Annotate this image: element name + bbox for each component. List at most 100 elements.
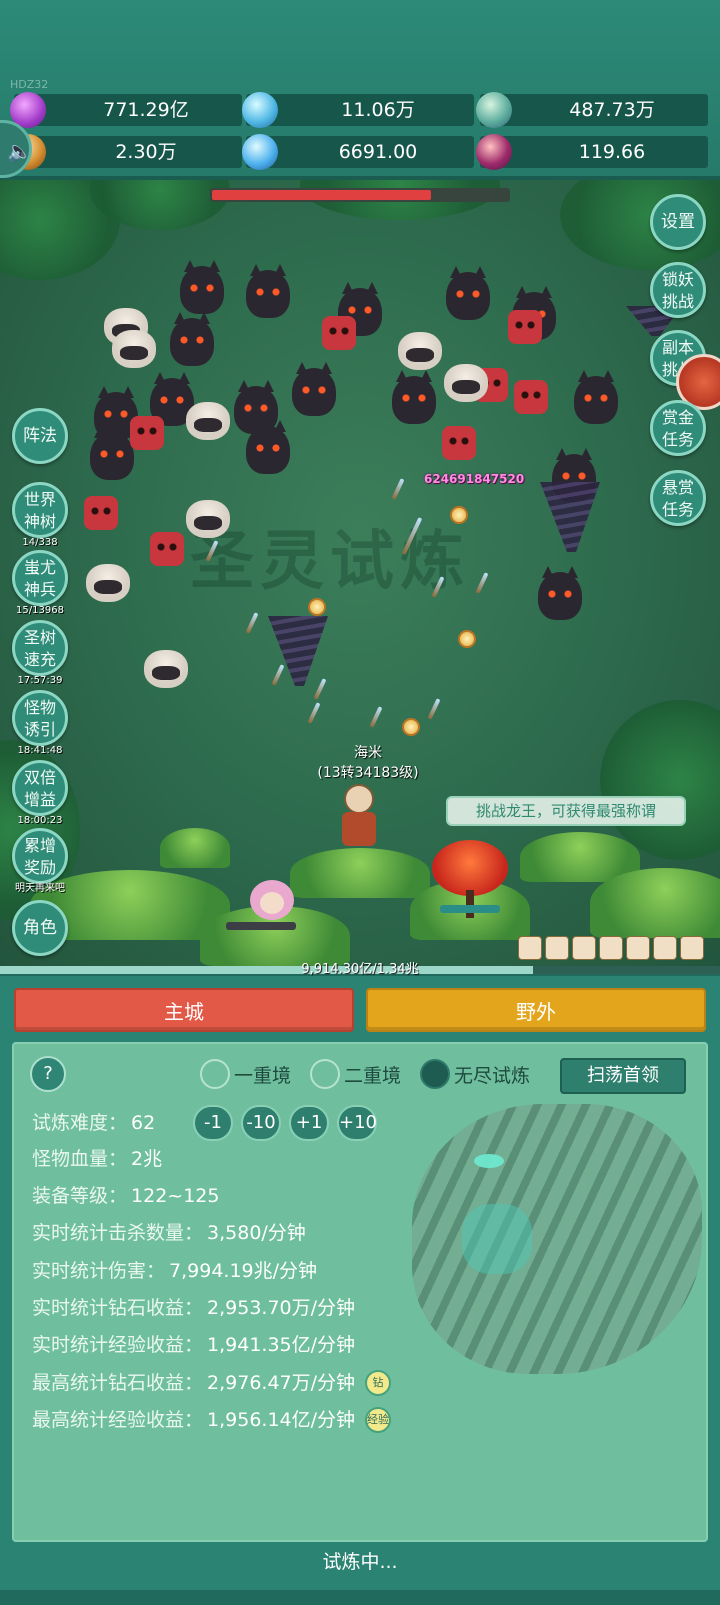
button-label-line2: 增益 bbox=[23, 790, 56, 809]
area-watermark: 圣灵试炼 bbox=[190, 525, 470, 599]
mode-option-endless-trial[interactable]: 无尽试炼 bbox=[420, 1058, 530, 1090]
bat-monster bbox=[170, 312, 214, 366]
flying-sword bbox=[313, 678, 327, 700]
hero-character bbox=[330, 784, 386, 854]
stat-label: 实时统计伤害： bbox=[32, 1260, 166, 1282]
tiger-mouth bbox=[462, 1204, 532, 1274]
sheep-monster bbox=[112, 330, 156, 368]
button-label-line1: 双倍 bbox=[23, 768, 56, 787]
skill-icon[interactable] bbox=[545, 936, 569, 960]
gold-coin-drop bbox=[450, 506, 468, 524]
bat-monster bbox=[446, 266, 490, 320]
flying-sword bbox=[391, 478, 405, 500]
speaker-icon: 🔈 bbox=[7, 139, 32, 163]
sweep-boss-button[interactable]: 扫荡首领 bbox=[560, 1058, 686, 1094]
red-cube-monster bbox=[84, 496, 118, 530]
tab-wilderness[interactable]: 野外 bbox=[366, 988, 706, 1032]
bat-monster bbox=[574, 370, 618, 424]
flying-sword bbox=[271, 664, 285, 686]
stat-value: 1,941.35亿/分钟 bbox=[207, 1334, 356, 1356]
skill-icon[interactable] bbox=[518, 936, 542, 960]
button-label-line2: 奖励 bbox=[23, 858, 56, 877]
skill-icon[interactable] bbox=[572, 936, 596, 960]
resource-value: 6691.00 bbox=[338, 141, 418, 163]
settings-label: 设置 bbox=[661, 212, 695, 232]
tab-main-city[interactable]: 主城 bbox=[14, 988, 354, 1032]
stat-row: 怪物血量： 2兆 bbox=[32, 1144, 162, 1174]
stat-label: 实时统计钻石收益： bbox=[32, 1297, 204, 1319]
formation-label: 阵法 bbox=[23, 426, 57, 446]
button-label-line1: 赏金 bbox=[661, 408, 694, 427]
bat-monster bbox=[246, 264, 290, 318]
bush bbox=[290, 848, 430, 898]
stat-value: 2兆 bbox=[131, 1148, 163, 1170]
companion-character bbox=[226, 880, 304, 936]
resource-gems: 771.29亿 bbox=[10, 92, 242, 128]
difficulty-plus-1-button[interactable]: +1 bbox=[289, 1105, 330, 1141]
flying-sword bbox=[427, 698, 441, 720]
red-cube-monster bbox=[508, 310, 542, 344]
mode-option-second-realm[interactable]: 二重境 bbox=[310, 1058, 401, 1090]
stat-value: 7,994.19兆/分钟 bbox=[169, 1260, 318, 1282]
build-tag: HDZ32 bbox=[10, 78, 49, 91]
holy-tree-recharge-button[interactable]: 圣树 速充 17:57:39 bbox=[12, 620, 68, 686]
flying-sword bbox=[307, 702, 321, 724]
bat-monster bbox=[392, 370, 436, 424]
bounty-gold-task-button[interactable]: 赏金 任务 bbox=[650, 400, 706, 456]
settings-button[interactable]: 设置 bbox=[650, 194, 706, 250]
resource-bar: HDZ32 771.29亿 11.06万 487.73万 2.30万 6691.… bbox=[0, 0, 720, 180]
radio-button[interactable] bbox=[200, 1059, 230, 1089]
mode-label: 一重境 bbox=[234, 1064, 292, 1087]
skill-icon[interactable] bbox=[653, 936, 677, 960]
resource-value: 11.06万 bbox=[341, 99, 415, 121]
resource-scroll: 2.30万 bbox=[10, 134, 242, 170]
resource-crystal: 11.06万 bbox=[242, 92, 474, 128]
stat-row: 最高统计经验收益： 1,956.14亿/分钟 经验 bbox=[32, 1405, 392, 1435]
sheep-monster bbox=[444, 364, 488, 402]
button-label-line1: 怪物 bbox=[23, 698, 56, 717]
difficulty-minus-10-button[interactable]: -10 bbox=[241, 1105, 282, 1141]
stat-row: 装备等级： 122~125 bbox=[32, 1181, 219, 1211]
character-button[interactable]: 角色 bbox=[12, 900, 68, 956]
double-buff-button[interactable]: 双倍 增益 18:00:23 bbox=[12, 760, 68, 826]
stat-label: 最高统计经验收益： bbox=[32, 1409, 204, 1431]
battle-field: 圣灵试炼 624691847520 海米 (13转34183级) 挑战龙王，可获… bbox=[0, 180, 720, 966]
ice-shard-icon bbox=[242, 134, 278, 170]
stat-value: 122~125 bbox=[131, 1185, 220, 1207]
hero-name: 海米 bbox=[354, 745, 382, 761]
cumulative-reward-button[interactable]: 累增 奖励 明天再来吧 bbox=[12, 828, 68, 894]
skill-icon[interactable] bbox=[626, 936, 650, 960]
button-label-line1: 圣树 bbox=[23, 628, 56, 647]
world-tree-button[interactable]: 世界 神树 14/338 bbox=[12, 482, 68, 548]
sheep-monster bbox=[398, 332, 442, 370]
radio-button-selected[interactable] bbox=[420, 1059, 450, 1089]
character-label: 角色 bbox=[23, 918, 57, 938]
formation-button[interactable]: 阵法 bbox=[12, 408, 68, 464]
world-tree-progress: 14/338 bbox=[22, 537, 58, 548]
trial-status: 试炼中... bbox=[322, 1551, 398, 1573]
chiyou-weapon-button[interactable]: 蚩尤 神兵 15/13968 bbox=[12, 550, 68, 616]
challenge-dragon-tip[interactable]: 挑战龙王，可获得最强称谓 bbox=[446, 796, 686, 826]
difficulty-value: 62 bbox=[131, 1112, 156, 1134]
help-button[interactable]: ? bbox=[30, 1056, 66, 1092]
radio-button[interactable] bbox=[310, 1059, 340, 1089]
diamond-badge: 钻 bbox=[365, 1370, 392, 1396]
stat-row: 最高统计钻石收益： 2,976.47万/分钟 钻 bbox=[32, 1368, 392, 1398]
lock-demon-challenge-button[interactable]: 锁妖 挑战 bbox=[650, 262, 706, 318]
reward-task-button[interactable]: 悬赏 任务 bbox=[650, 470, 706, 526]
difficulty-minus-1-button[interactable]: -1 bbox=[193, 1105, 234, 1141]
monster-lure-button[interactable]: 怪物 诱引 18:41:48 bbox=[12, 690, 68, 756]
resource-ice-shard: 6691.00 bbox=[242, 134, 474, 170]
tiger-eye bbox=[474, 1154, 504, 1168]
stat-label: 最高统计钻石收益： bbox=[32, 1372, 204, 1394]
skill-icon[interactable] bbox=[599, 936, 623, 960]
button-label-line2: 挑战 bbox=[661, 292, 694, 311]
forest-tree bbox=[600, 700, 720, 860]
bat-monster bbox=[90, 426, 134, 480]
stat-row: 实时统计钻石收益： 2,953.70万/分钟 bbox=[32, 1293, 355, 1323]
mode-option-first-realm[interactable]: 一重境 bbox=[200, 1058, 291, 1090]
difficulty-plus-10-button[interactable]: +10 bbox=[337, 1105, 378, 1141]
stat-label: 装备等级： bbox=[32, 1185, 128, 1207]
skill-icon[interactable] bbox=[680, 936, 704, 960]
stat-value: 3,580/分钟 bbox=[207, 1222, 306, 1244]
